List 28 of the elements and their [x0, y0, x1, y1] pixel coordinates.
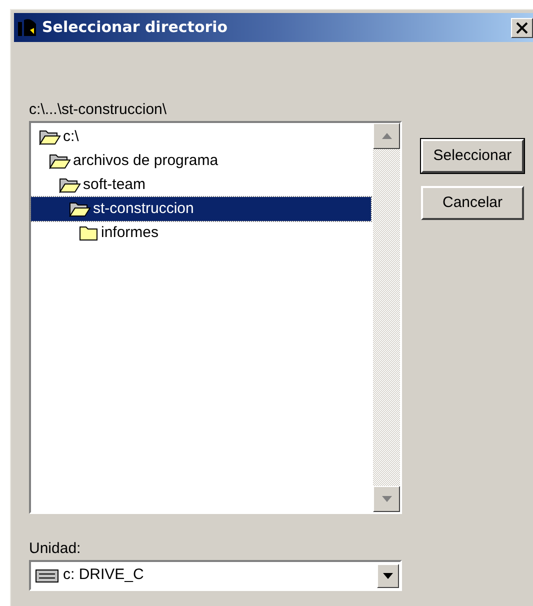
cancel-button[interactable]: Cancelar [421, 186, 524, 220]
open-folder-icon [59, 177, 81, 193]
drive-value: c: DRIVE_C [63, 565, 145, 586]
drive-label: Unidad: [29, 539, 82, 558]
tree-item[interactable]: c:\ [31, 125, 371, 149]
path-label: c:\...\st-construccion\ [29, 100, 168, 119]
folder-icon [79, 225, 99, 241]
drive-dropdown[interactable]: c: DRIVE_C [29, 560, 402, 591]
scrollbar[interactable] [373, 123, 400, 512]
tree-item[interactable]: informes [31, 221, 371, 245]
scroll-up-button[interactable] [373, 123, 400, 149]
up-arrow-icon [382, 133, 392, 139]
tree-item[interactable]: st-construccion [31, 197, 371, 221]
tree-item[interactable]: archivos de programa [31, 149, 371, 173]
close-button[interactable] [511, 18, 533, 38]
caret-icon [383, 572, 393, 578]
dropdown-button[interactable] [377, 564, 399, 588]
folder-tree[interactable]: c:\ archivos de programa soft-team st-construccion informes [29, 121, 402, 514]
select-button[interactable]: Seleccionar [421, 139, 524, 173]
down-arrow-icon [382, 496, 392, 502]
drive-icon [35, 568, 59, 584]
open-folder-icon [39, 129, 61, 145]
open-folder-icon [69, 201, 91, 217]
close-icon [516, 22, 528, 34]
window-title: Seleccionar directorio [42, 17, 228, 38]
tree-item[interactable]: soft-team [31, 173, 371, 197]
open-folder-icon [49, 153, 71, 169]
scroll-down-button[interactable] [373, 486, 400, 512]
